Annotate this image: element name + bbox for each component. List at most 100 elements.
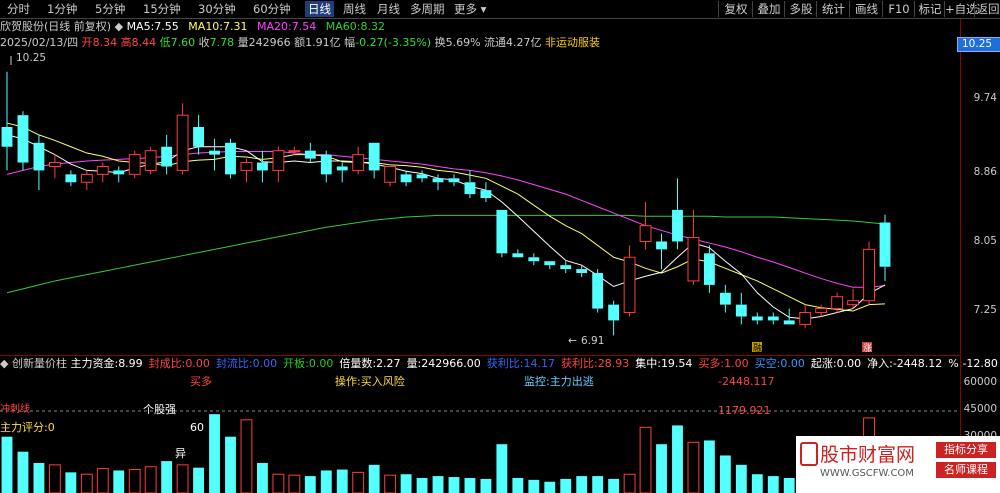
volume-bar	[209, 414, 220, 493]
indicator-label: 量:	[406, 357, 422, 370]
period-tab-30min[interactable]: 30分钟	[195, 1, 239, 17]
low-label: 低	[159, 36, 171, 49]
signal-monitor: 监控:主力出逃	[524, 374, 594, 388]
volume-bar	[161, 461, 173, 493]
concept-label: 非运动服装	[545, 36, 601, 49]
overlay-button[interactable]: 叠加	[752, 1, 785, 17]
indicator-label: 倍量数:	[339, 357, 377, 370]
candle	[352, 146, 365, 175]
stock-title[interactable]: 欣贺股份(日线 前复权)	[0, 20, 111, 33]
period-tab-fenshi[interactable]: 分时	[4, 1, 33, 17]
ma-lines	[6, 122, 886, 320]
candle	[368, 142, 380, 179]
candle	[304, 142, 316, 163]
volume-bar	[464, 477, 476, 493]
back-button[interactable]: 返回	[974, 1, 1000, 17]
score-60: 60	[190, 421, 204, 434]
indicator-value: 14.17	[523, 357, 556, 370]
price-chart[interactable]: 10.25 ← 6.91 融 涨	[0, 52, 960, 352]
volume-bar	[352, 471, 365, 493]
signal-operation: 操作:买入风险	[335, 374, 405, 388]
indicator-label: 买空:	[754, 357, 781, 370]
indicator-name[interactable]: 创新量价柱	[12, 357, 67, 370]
low-value: 7.60	[170, 36, 196, 49]
candle	[751, 312, 763, 325]
period-tab-weekly[interactable]: 周线	[340, 1, 369, 17]
period-tab-monthly[interactable]: 月线	[374, 1, 403, 17]
period-tab-5min[interactable]: 5分钟	[92, 1, 128, 17]
volume-bar	[17, 451, 29, 493]
more-dropdown[interactable]: 更多 ▾	[451, 1, 489, 17]
volume-bar	[608, 478, 620, 493]
indicator-value: 0.00	[780, 357, 805, 370]
vol-tick-1: 45000	[963, 403, 997, 415]
candle	[240, 158, 253, 183]
jingru-value: -2448.117	[718, 375, 774, 388]
candle	[863, 241, 875, 305]
volume-bar	[416, 477, 428, 493]
period-tab-daily[interactable]: 日线	[305, 1, 334, 17]
candle	[416, 170, 428, 183]
volume-bar	[384, 474, 397, 493]
change-label: 幅	[344, 36, 356, 49]
add-watchlist-button[interactable]: +自选	[944, 1, 978, 17]
zhuli-score: 主力评分:0	[0, 421, 55, 434]
indicator-label: 封流比:	[215, 357, 253, 370]
indicator-label: 集中:	[635, 357, 661, 370]
fuquan-button[interactable]: 复权	[718, 1, 753, 17]
close-value: 7.78	[209, 36, 235, 49]
candle	[703, 245, 715, 293]
candle	[336, 162, 348, 183]
volume-bar	[272, 473, 285, 493]
candle	[480, 182, 492, 202]
volume-bar	[256, 462, 268, 493]
candle	[400, 170, 412, 187]
volume-bar	[448, 477, 460, 493]
volume-bar	[240, 419, 253, 493]
watermark-url: WWW.GSCFW.COM	[820, 468, 914, 479]
chevron-down-icon: ▾	[477, 2, 487, 16]
open-label: 开	[81, 36, 93, 49]
period-tab-15min[interactable]: 15分钟	[140, 1, 184, 17]
candle	[113, 166, 125, 183]
indicator-label: 获利比:	[486, 357, 524, 370]
f10-button[interactable]: F10	[882, 1, 915, 17]
candle	[225, 138, 236, 179]
ma-info-bar: 欣贺股份(日线 前复权) ◆ MA5:7.55 MA10:7.31 MA20:7…	[0, 19, 960, 35]
candle	[448, 174, 460, 187]
low-annotation: ← 6.91	[568, 335, 604, 347]
volume-bar	[528, 479, 540, 493]
volume-bar	[496, 444, 508, 493]
watermark-tag2: 名师课程	[936, 462, 996, 478]
high-annotation: 10.25	[10, 52, 46, 65]
stats-button[interactable]: 统计	[816, 1, 850, 17]
indicator-label: 主力资金:	[70, 357, 119, 370]
candle	[815, 304, 828, 317]
volume-bar	[80, 473, 93, 493]
period-tab-1min[interactable]: 1分钟	[44, 1, 80, 17]
mark-button[interactable]: 标记	[914, 1, 945, 17]
watermark-logo	[800, 442, 818, 466]
draw-line-button[interactable]: 画线	[849, 1, 883, 17]
multi-stock-button[interactable]: 多股	[784, 1, 817, 17]
high-label: 10.25	[16, 52, 46, 64]
candle	[161, 134, 173, 175]
volume-bar	[735, 464, 747, 493]
more-label: 更多	[454, 2, 477, 16]
volume-bar	[400, 474, 412, 493]
ma5-label: MA5:	[126, 20, 155, 33]
volume-bar	[320, 470, 332, 493]
candle	[48, 154, 61, 179]
price-tick-4: 7.25	[973, 304, 997, 316]
close-label: 收	[198, 36, 210, 49]
volume-bar	[656, 444, 667, 493]
candle	[80, 170, 93, 191]
volume-bar	[48, 464, 61, 493]
period-tab-multi[interactable]: 多周期	[407, 1, 448, 17]
volume-bar	[113, 470, 125, 493]
open-value: 8.34	[92, 36, 118, 49]
indicator-value: 0.00	[185, 357, 210, 370]
signal-buy: 买多	[190, 374, 212, 388]
period-tab-60min[interactable]: 60分钟	[250, 1, 294, 17]
volume-bar	[432, 476, 444, 493]
